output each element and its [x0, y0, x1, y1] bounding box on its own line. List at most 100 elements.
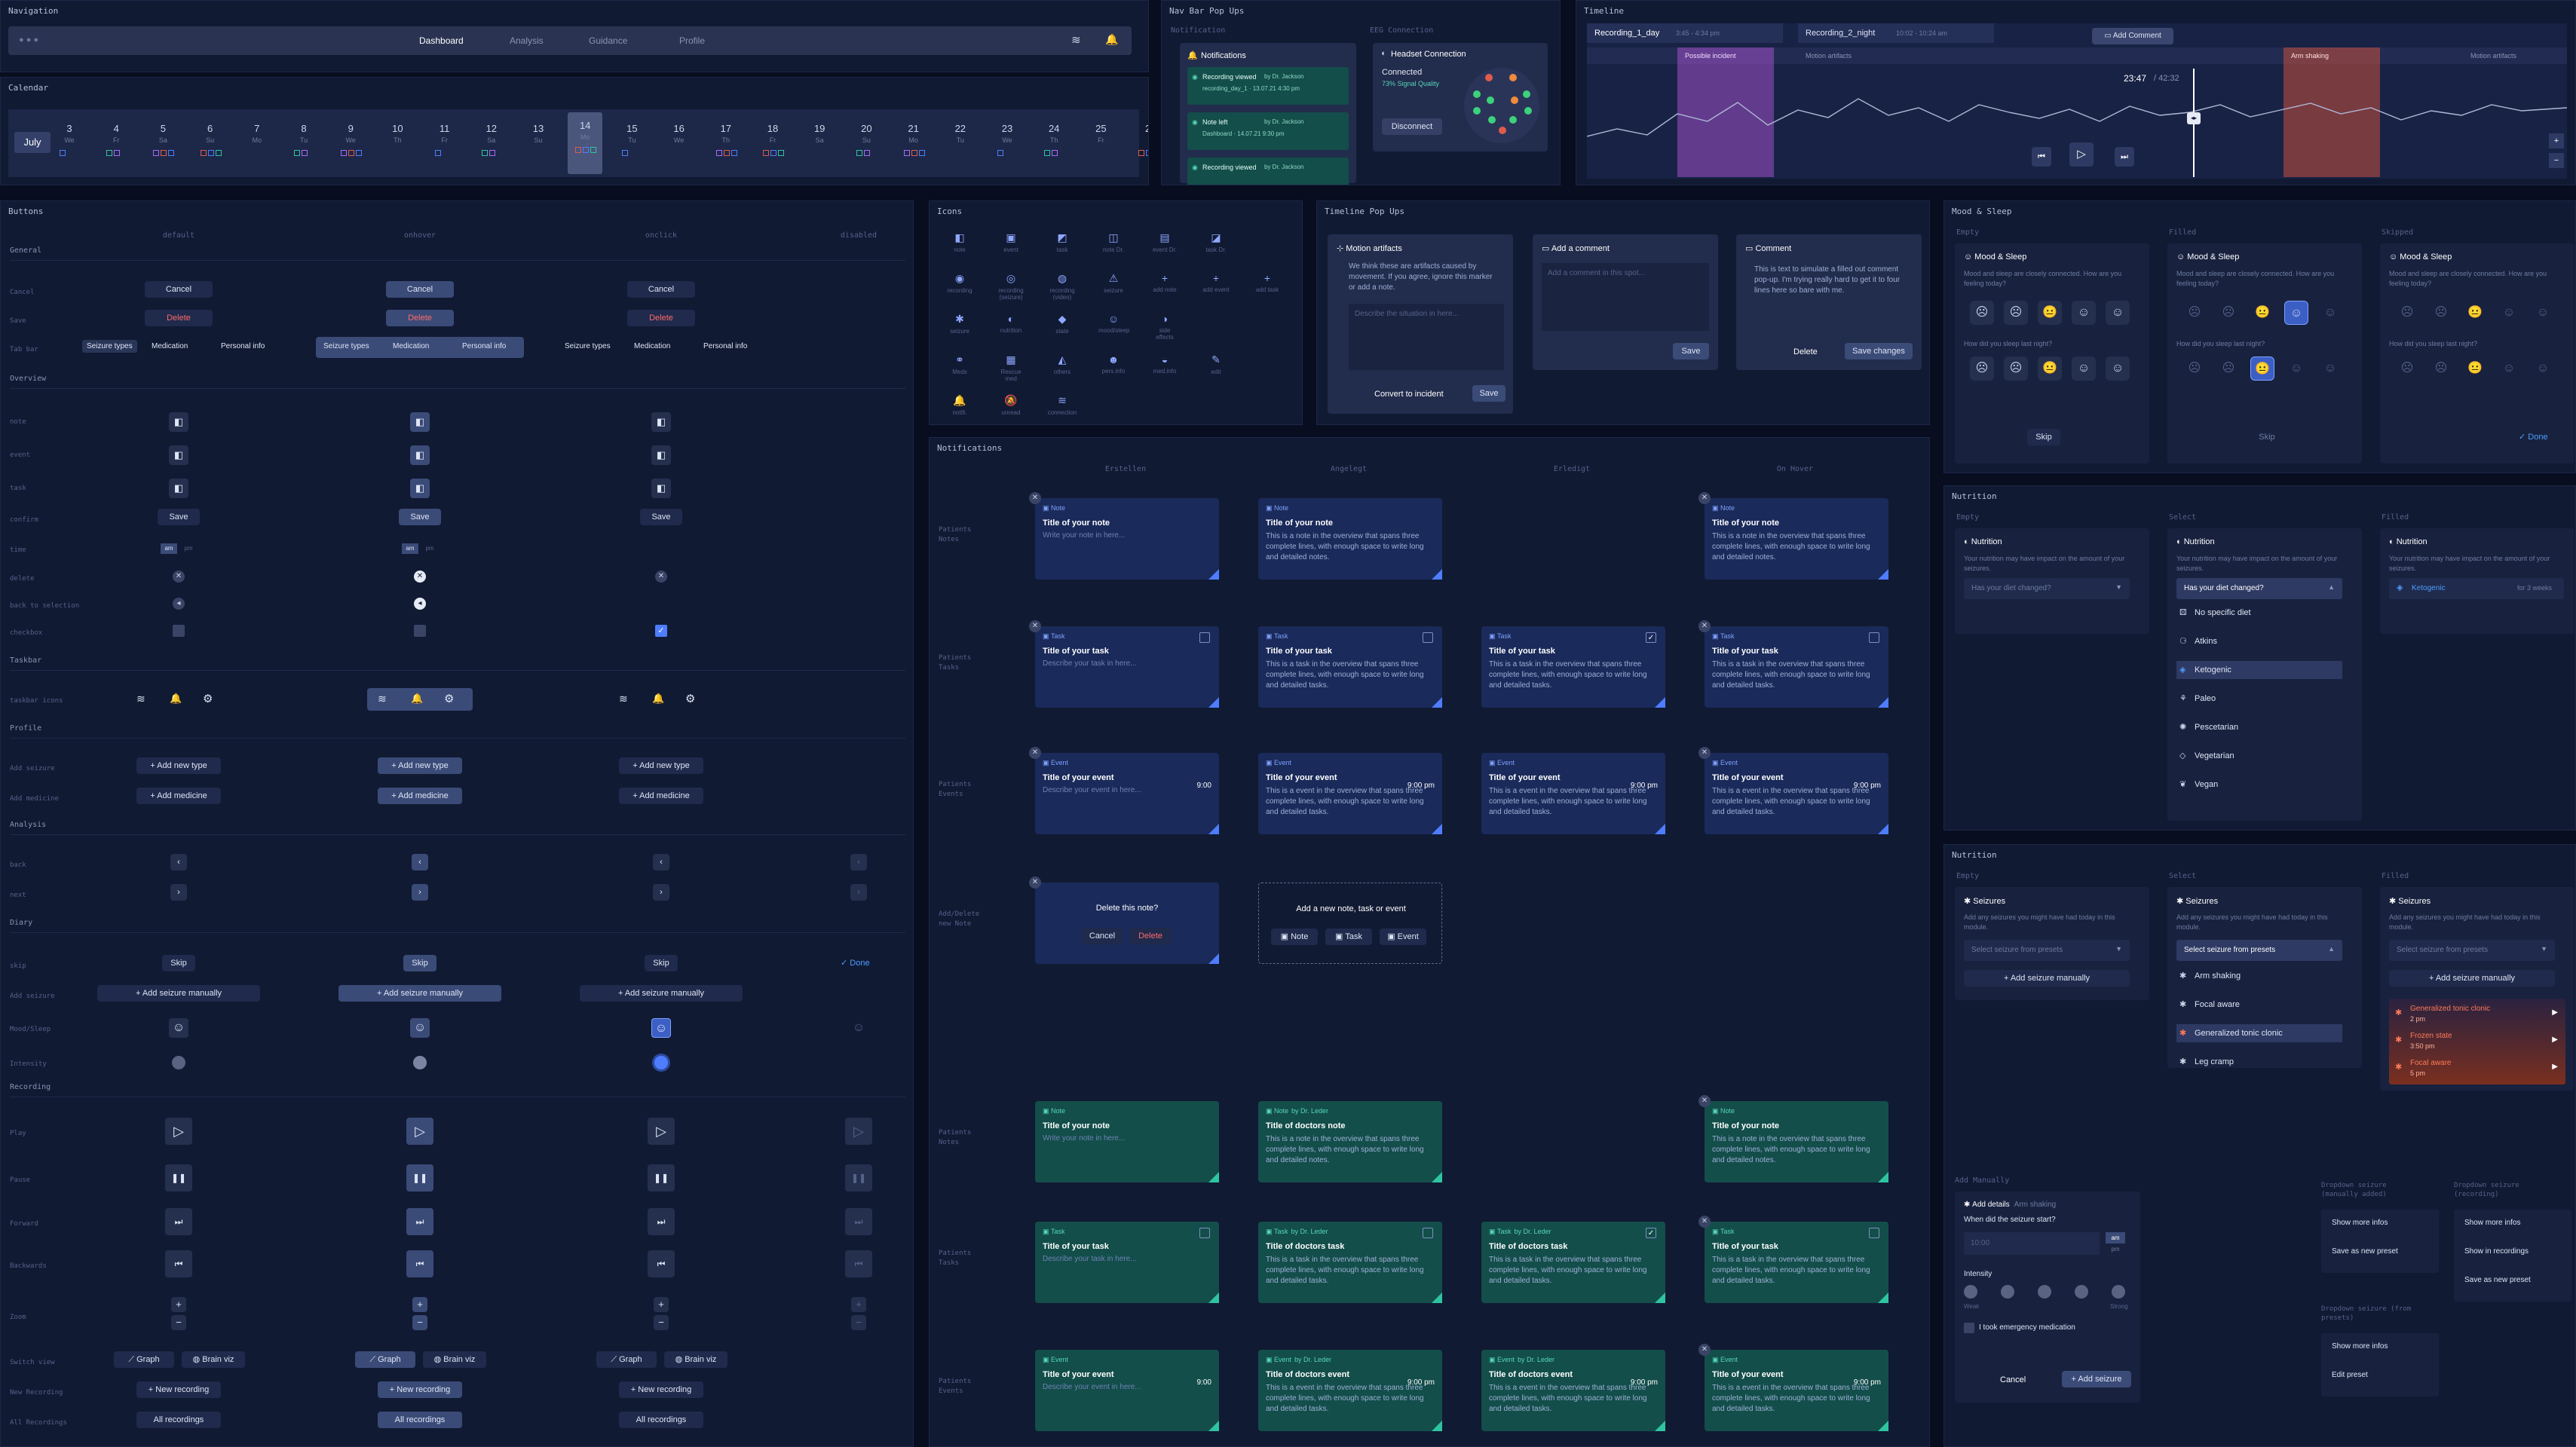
skip-button[interactable]: Skip	[2250, 429, 2283, 445]
delete-x-icon[interactable]: ✕	[414, 571, 426, 583]
calendar-day[interactable]: 7 Mo	[240, 115, 274, 171]
event-card[interactable]: ▣ Event Title of your event This is a even…	[1705, 1350, 1888, 1431]
diet-option-paleo[interactable]: ⚘ Paleo	[2176, 690, 2342, 708]
zoom-out-button[interactable]: −	[412, 1315, 427, 1330]
skip-back-button[interactable]: ⏮	[2032, 147, 2051, 167]
delete-x-icon[interactable]: ✕	[173, 571, 185, 583]
am-toggle[interactable]: am	[161, 543, 177, 554]
dropdown-option-edit-preset[interactable]: Edit preset	[2332, 1371, 2368, 1379]
close-x-icon[interactable]: ✕	[1698, 620, 1711, 632]
task-icon[interactable]: ◧	[169, 479, 188, 498]
add-event-button[interactable]: ▣ Event	[1380, 928, 1426, 945]
sleep-face-icon[interactable]: 😐	[2038, 356, 2062, 381]
intensity-dot[interactable]	[654, 1056, 668, 1069]
card-title-input[interactable]: Title of your event	[1043, 773, 1211, 782]
tab-personal-info[interactable]: Personal info	[703, 342, 747, 350]
zoom-in-button[interactable]: +	[412, 1297, 427, 1312]
calendar-day[interactable]: 8 Tu	[286, 115, 321, 171]
sleep-face-icon[interactable]: ☹	[2182, 356, 2207, 381]
skip-button[interactable]: Skip	[645, 955, 678, 971]
calendar-day[interactable]: 15 Tu	[614, 115, 649, 171]
cancel-button[interactable]: Cancel	[2000, 1375, 2026, 1384]
close-x-icon[interactable]: ✕	[1698, 492, 1711, 504]
event-card[interactable]: ▣ Event Title of your event Describe your …	[1035, 1350, 1219, 1431]
gear-icon[interactable]: ⚙	[444, 692, 454, 705]
mood-face-icon[interactable]: ☺	[169, 1018, 188, 1038]
sleep-face-icon[interactable]: ☺	[2497, 356, 2521, 381]
mood-face-icon[interactable]: 😐	[2463, 301, 2487, 325]
play-button[interactable]: ▷	[406, 1118, 433, 1145]
zoom-in-button[interactable]: +	[2549, 133, 2564, 148]
mood-face-icon[interactable]: ☹	[2429, 301, 2453, 325]
card-placeholder[interactable]: Describe your event in here...	[1043, 1383, 1211, 1391]
calendar-day[interactable]: 18 Fr	[755, 115, 790, 171]
next-button[interactable]: ›	[170, 884, 187, 901]
add-comment-button[interactable]: ▭ Add Comment	[2092, 28, 2173, 44]
new-recording-button[interactable]: + New recording	[619, 1381, 703, 1398]
calendar-day[interactable]: 3 We	[52, 115, 87, 171]
filled-seizure-item[interactable]: ✱ Focal aware 5 pm ▶	[2389, 1056, 2565, 1081]
time-input[interactable]: 10:00	[1964, 1232, 2100, 1255]
event-icon[interactable]: ◧	[651, 445, 671, 465]
task-checkbox[interactable]	[1199, 1228, 1210, 1238]
close-x-icon[interactable]: ✕	[1698, 1095, 1711, 1107]
play-button[interactable]: ▷	[165, 1118, 192, 1145]
graph-view-button[interactable]: ⟋ Graph	[355, 1351, 415, 1368]
notification-item[interactable]: ◉ Recording viewed by Dr. Jackson	[1187, 158, 1349, 185]
mood-face-icon[interactable]: 😐	[2250, 301, 2274, 325]
mood-face-icon[interactable]: ☹	[2395, 301, 2419, 325]
delete-button[interactable]: Delete	[386, 310, 454, 326]
add-new-type-button[interactable]: + Add new type	[378, 757, 462, 774]
close-x-icon[interactable]: ✕	[1029, 620, 1041, 632]
pause-button[interactable]: ❚❚	[165, 1164, 192, 1192]
add-note-button[interactable]: ▣ Note	[1271, 928, 1318, 945]
note-icon[interactable]: ◧	[651, 412, 671, 432]
mood-face-icon[interactable]: ☺	[2284, 301, 2308, 325]
calendar-day[interactable]: 13 Su	[521, 115, 556, 171]
delete-comment-button[interactable]: Delete	[1793, 347, 1818, 356]
pause-button[interactable]: ❚❚	[648, 1164, 675, 1192]
tab-medication[interactable]: Medication	[152, 342, 188, 350]
convert-to-incident-button[interactable]: Convert to incident	[1374, 390, 1444, 399]
backwards-button[interactable]: ⏮	[165, 1250, 192, 1277]
seizure-option-leg-cramp[interactable]: ✱ Leg cramp	[2176, 1053, 2342, 1071]
checkbox[interactable]	[414, 625, 426, 637]
save-button[interactable]: Save	[1472, 385, 1505, 402]
intensity-dot[interactable]	[2075, 1285, 2088, 1299]
delete-button[interactable]: Delete	[145, 310, 213, 326]
diet-option-no-specific-diet[interactable]: ⚄ No specific diet	[2176, 604, 2342, 622]
event-card[interactable]: ▣ Event by Dr. Leder Title of doctors even…	[1258, 1350, 1442, 1431]
brain-view-button[interactable]: ◍ Brain viz	[423, 1351, 486, 1368]
delete-x-icon[interactable]: ✕	[655, 571, 667, 583]
pause-button[interactable]: ❚❚	[406, 1164, 433, 1192]
gear-icon[interactable]: ⚙	[203, 692, 213, 705]
cancel-button[interactable]: Cancel	[1082, 928, 1123, 944]
intensity-dot[interactable]	[413, 1056, 427, 1069]
dropdown-option-save-as-new-preset[interactable]: Save as new preset	[2332, 1247, 2398, 1256]
task-checkbox[interactable]	[1869, 632, 1879, 643]
note-card[interactable]: ▣ Note Title of your note Write your note …	[1035, 1101, 1219, 1182]
mood-face-icon[interactable]: ☺	[2531, 301, 2555, 325]
back-icon[interactable]: ◂	[414, 598, 426, 610]
event-card[interactable]: ▣ Event Title of your event This is a even…	[1258, 753, 1442, 834]
intensity-dot[interactable]	[2112, 1285, 2125, 1299]
bell-icon[interactable]: 🔔	[411, 693, 423, 705]
tab-seizure-types[interactable]: Seizure types	[82, 340, 137, 353]
cancel-button[interactable]: Cancel	[627, 281, 695, 298]
brain-view-button[interactable]: ◍ Brain viz	[664, 1351, 727, 1368]
mood-face-icon[interactable]: ☺	[2106, 301, 2130, 325]
all-recordings-button[interactable]: All recordings	[136, 1412, 221, 1428]
calendar-day[interactable]: 23 We	[990, 115, 1025, 171]
mood-face-icon[interactable]: ☹	[2216, 301, 2241, 325]
note-card[interactable]: ▣ Note Title of your note This is a note i…	[1705, 1101, 1888, 1182]
close-x-icon[interactable]: ✕	[1698, 747, 1711, 759]
zoom-in-button[interactable]: +	[171, 1297, 186, 1312]
graph-view-button[interactable]: ⟋ Graph	[114, 1351, 174, 1368]
card-title-input[interactable]: Title of your task	[1043, 1242, 1211, 1251]
calendar-day[interactable]: 21 Mo	[896, 115, 931, 171]
diet-option-ketogenic[interactable]: ◈ Ketogenic	[2176, 661, 2342, 679]
tab-medication[interactable]: Medication	[634, 342, 670, 350]
wifi-icon[interactable]: ≋	[378, 693, 387, 705]
note-card[interactable]: ▣ Note by Dr. Leder Title of doctors note T…	[1258, 1101, 1442, 1182]
tab-seizure-types[interactable]: Seizure types	[565, 342, 611, 350]
